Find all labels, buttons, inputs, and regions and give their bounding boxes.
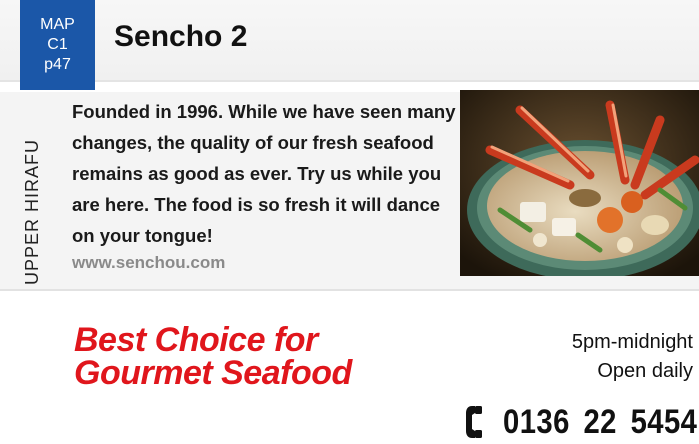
- hours-time: 5pm-midnight: [571, 331, 693, 353]
- phone-contact[interactable]: 0136 22 5454: [463, 400, 699, 444]
- seafood-hotpot-image: [460, 90, 699, 276]
- tagline: Best Choice for Gourmet Seafood: [74, 321, 352, 392]
- tagline-line-1: Best Choice for: [74, 321, 318, 359]
- map-badge-page: p47: [44, 56, 71, 73]
- description-text: Founded in 1996. While we have seen many…: [72, 101, 456, 246]
- phone-number[interactable]: 0136 22 5454: [503, 403, 697, 442]
- opening-hours: 5pm-midnight Open daily: [572, 328, 693, 386]
- restaurant-title: Sencho 2: [114, 20, 248, 53]
- seafood-photo: [460, 90, 699, 276]
- map-badge-label: MAP: [40, 16, 75, 33]
- map-badge-grid: C1: [47, 36, 68, 53]
- header-band: [0, 0, 699, 82]
- tagline-line-2: Gourmet Seafood: [74, 354, 352, 392]
- map-reference-badge: MAP C1 p47: [20, 0, 95, 90]
- hours-days: Open daily: [597, 360, 693, 382]
- website-link[interactable]: www.senchou.com: [72, 253, 225, 273]
- phone-icon: [466, 406, 482, 438]
- area-label: UPPER HIRAFU: [22, 138, 42, 285]
